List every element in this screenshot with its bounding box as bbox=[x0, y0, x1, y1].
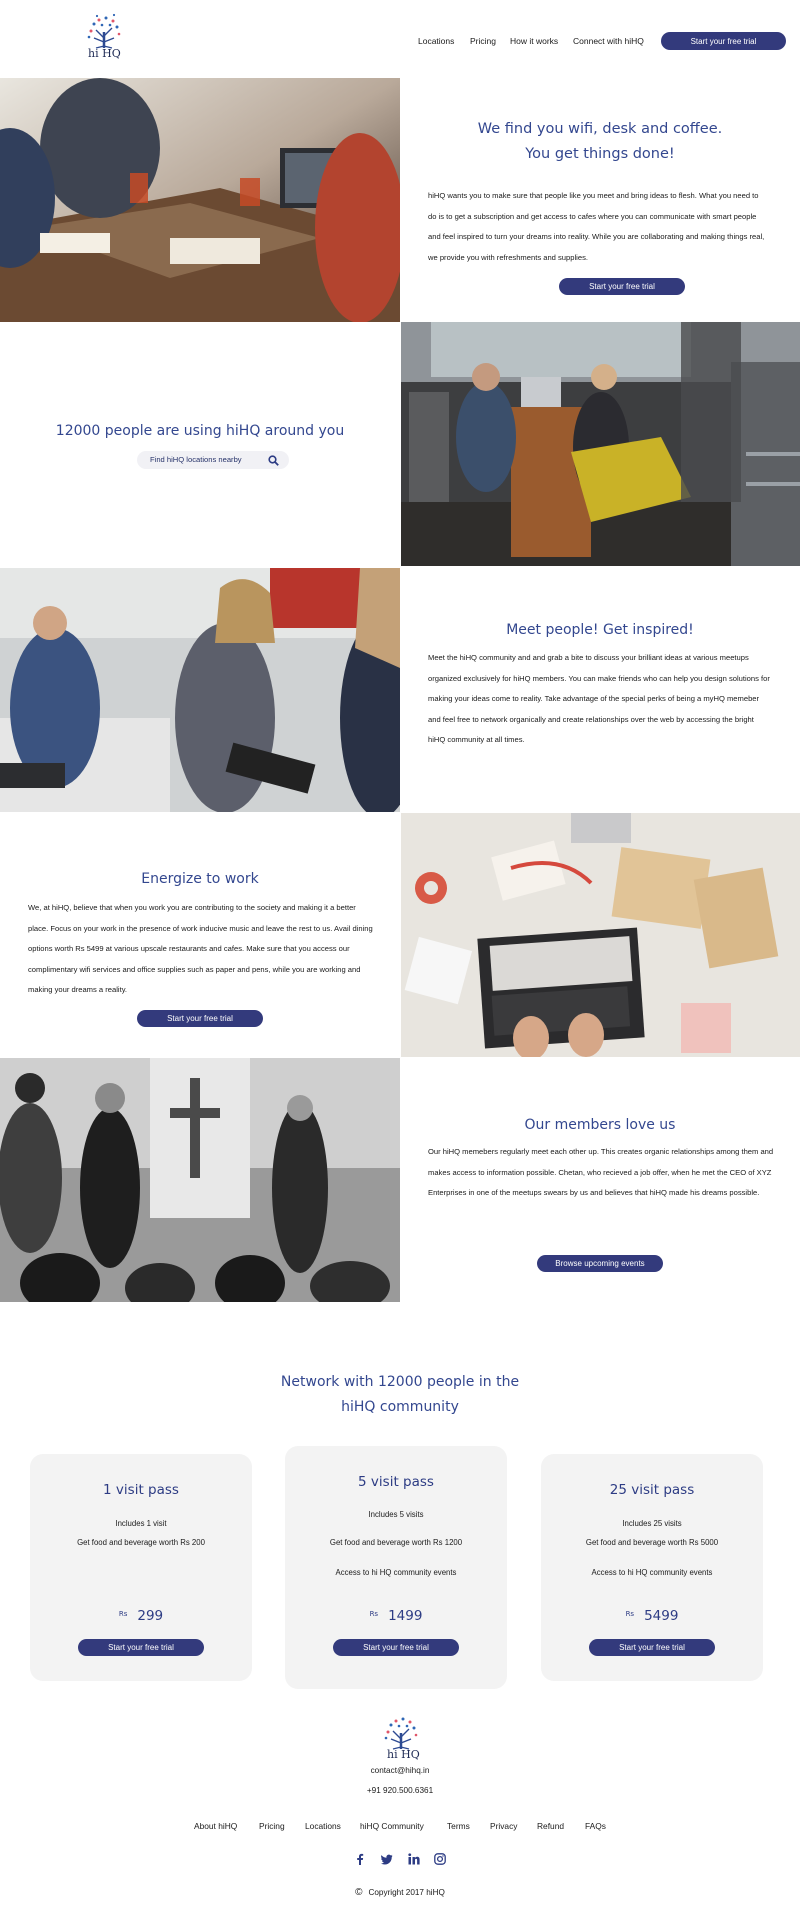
energize-body: We, at hiHQ, believe that when you work … bbox=[28, 903, 373, 994]
price-value: 1499 bbox=[388, 1608, 423, 1624]
location-search-input[interactable]: Find hiHQ locations nearby bbox=[137, 451, 289, 469]
plan-price: Rs 299 bbox=[30, 1608, 252, 1624]
plan-title: 5 visit pass bbox=[358, 1474, 434, 1490]
pricing-heading-line2: hiHQ community bbox=[341, 1399, 459, 1415]
plan-feature: Includes 1 visit bbox=[115, 1519, 167, 1528]
plan-feature: Get food and beverage worth Rs 5000 bbox=[585, 1538, 719, 1547]
footer-link-refund[interactable]: Refund bbox=[537, 1821, 564, 1831]
facebook-icon[interactable] bbox=[354, 1853, 366, 1865]
footer-link-faqs[interactable]: FAQs bbox=[585, 1821, 606, 1831]
meet-heading: Meet people! Get inspired! bbox=[506, 622, 694, 638]
plan-card-5-visit: 5 visit pass Includes 5 visits Get food … bbox=[285, 1446, 507, 1689]
footer-email[interactable]: contact@hihq.in bbox=[0, 1766, 800, 1775]
energize-free-trial-button[interactable]: Start your free trial bbox=[137, 1010, 263, 1027]
footer-link-community[interactable]: hiHQ Community bbox=[360, 1821, 424, 1831]
currency-label: Rs bbox=[625, 1610, 635, 1618]
copyright-text: Copyright 2017 hiHQ bbox=[368, 1888, 445, 1897]
wifi-heading: We find you wifi, desk and coffee. You g… bbox=[400, 117, 800, 167]
footer-link-privacy[interactable]: Privacy bbox=[490, 1821, 517, 1831]
twitter-icon[interactable] bbox=[381, 1853, 393, 1865]
plan-feature: Access to hi HQ community events bbox=[591, 1568, 713, 1577]
plan-feature: Get food and beverage worth Rs 200 bbox=[77, 1538, 205, 1547]
photo-members-meetup bbox=[0, 1058, 400, 1302]
footer-link-terms[interactable]: Terms bbox=[447, 1821, 470, 1831]
linkedin-icon[interactable] bbox=[408, 1853, 420, 1865]
price-value: 5499 bbox=[644, 1608, 679, 1624]
plan-feature: Includes 25 visits bbox=[622, 1519, 682, 1528]
wifi-heading-line1: We find you wifi, desk and coffee. bbox=[477, 121, 723, 137]
currency-label: Rs bbox=[369, 1610, 379, 1618]
photo-group-discussion bbox=[0, 568, 400, 812]
pricing-heading: Network with 12000 people in the hiHQ co… bbox=[250, 1370, 550, 1420]
plan-title: 25 visit pass bbox=[609, 1482, 695, 1498]
currency-label: Rs bbox=[118, 1610, 128, 1618]
wifi-heading-line2: You get things done! bbox=[525, 146, 675, 162]
copyright-icon: © bbox=[355, 1887, 363, 1898]
members-body: Our hiHQ memebers regularly meet each ot… bbox=[428, 1147, 774, 1197]
site-header: hi HQ Locations Pricing How it works Con… bbox=[0, 0, 800, 78]
nav-connect[interactable]: Connect with hiHQ bbox=[573, 36, 644, 46]
plan-card-1-visit: 1 visit pass Includes 1 visit Get food a… bbox=[30, 1454, 252, 1681]
footer-link-pricing[interactable]: Pricing bbox=[259, 1821, 285, 1831]
pricing-heading-line1: Network with 12000 people in the bbox=[280, 1374, 520, 1390]
plan-price: Rs 1499 bbox=[285, 1608, 507, 1624]
plan-title: 1 visit pass bbox=[103, 1482, 179, 1498]
plan-feature: Access to hi HQ community events bbox=[335, 1568, 457, 1577]
meet-body: Meet the hiHQ community and and grab a b… bbox=[428, 653, 770, 744]
plan-free-trial-button[interactable]: Start your free trial bbox=[333, 1639, 459, 1656]
nav-locations[interactable]: Locations bbox=[418, 36, 454, 46]
instagram-icon[interactable] bbox=[434, 1853, 446, 1865]
people-heading: 12000 people are using hiHQ around you bbox=[55, 423, 345, 439]
search-icon[interactable] bbox=[268, 455, 279, 466]
header-free-trial-button[interactable]: Start your free trial bbox=[661, 32, 786, 50]
plan-free-trial-button[interactable]: Start your free trial bbox=[78, 1639, 204, 1656]
photo-team-working bbox=[0, 78, 400, 322]
photo-meeting-booth bbox=[401, 322, 800, 566]
nav-pricing[interactable]: Pricing bbox=[470, 36, 496, 46]
nav-how-it-works[interactable]: How it works bbox=[510, 36, 558, 46]
plan-card-25-visit: 25 visit pass Includes 25 visits Get foo… bbox=[541, 1454, 763, 1681]
price-value: 299 bbox=[137, 1608, 164, 1624]
plan-price: Rs 5499 bbox=[541, 1608, 763, 1624]
footer-link-about[interactable]: About hiHQ bbox=[194, 1821, 237, 1831]
wifi-free-trial-button[interactable]: Start your free trial bbox=[559, 278, 685, 295]
footer-phone[interactable]: +91 920.500.6361 bbox=[0, 1786, 800, 1795]
wifi-body: hiHQ wants you to make sure that people … bbox=[428, 191, 765, 262]
footer-link-locations[interactable]: Locations bbox=[305, 1821, 341, 1831]
logo-text[interactable]: hi HQ bbox=[88, 47, 121, 60]
plan-feature: Includes 5 visits bbox=[368, 1510, 424, 1519]
plan-feature: Get food and beverage worth Rs 1200 bbox=[329, 1538, 463, 1547]
photo-laptop-desk bbox=[401, 813, 800, 1057]
footer-logo-text[interactable]: hi HQ bbox=[387, 1748, 420, 1761]
browse-events-button[interactable]: Browse upcoming events bbox=[537, 1255, 663, 1272]
copyright: © Copyright 2017 hiHQ bbox=[0, 1887, 800, 1898]
energize-heading: Energize to work bbox=[141, 871, 259, 887]
members-heading: Our members love us bbox=[524, 1117, 676, 1133]
plan-free-trial-button[interactable]: Start your free trial bbox=[589, 1639, 715, 1656]
